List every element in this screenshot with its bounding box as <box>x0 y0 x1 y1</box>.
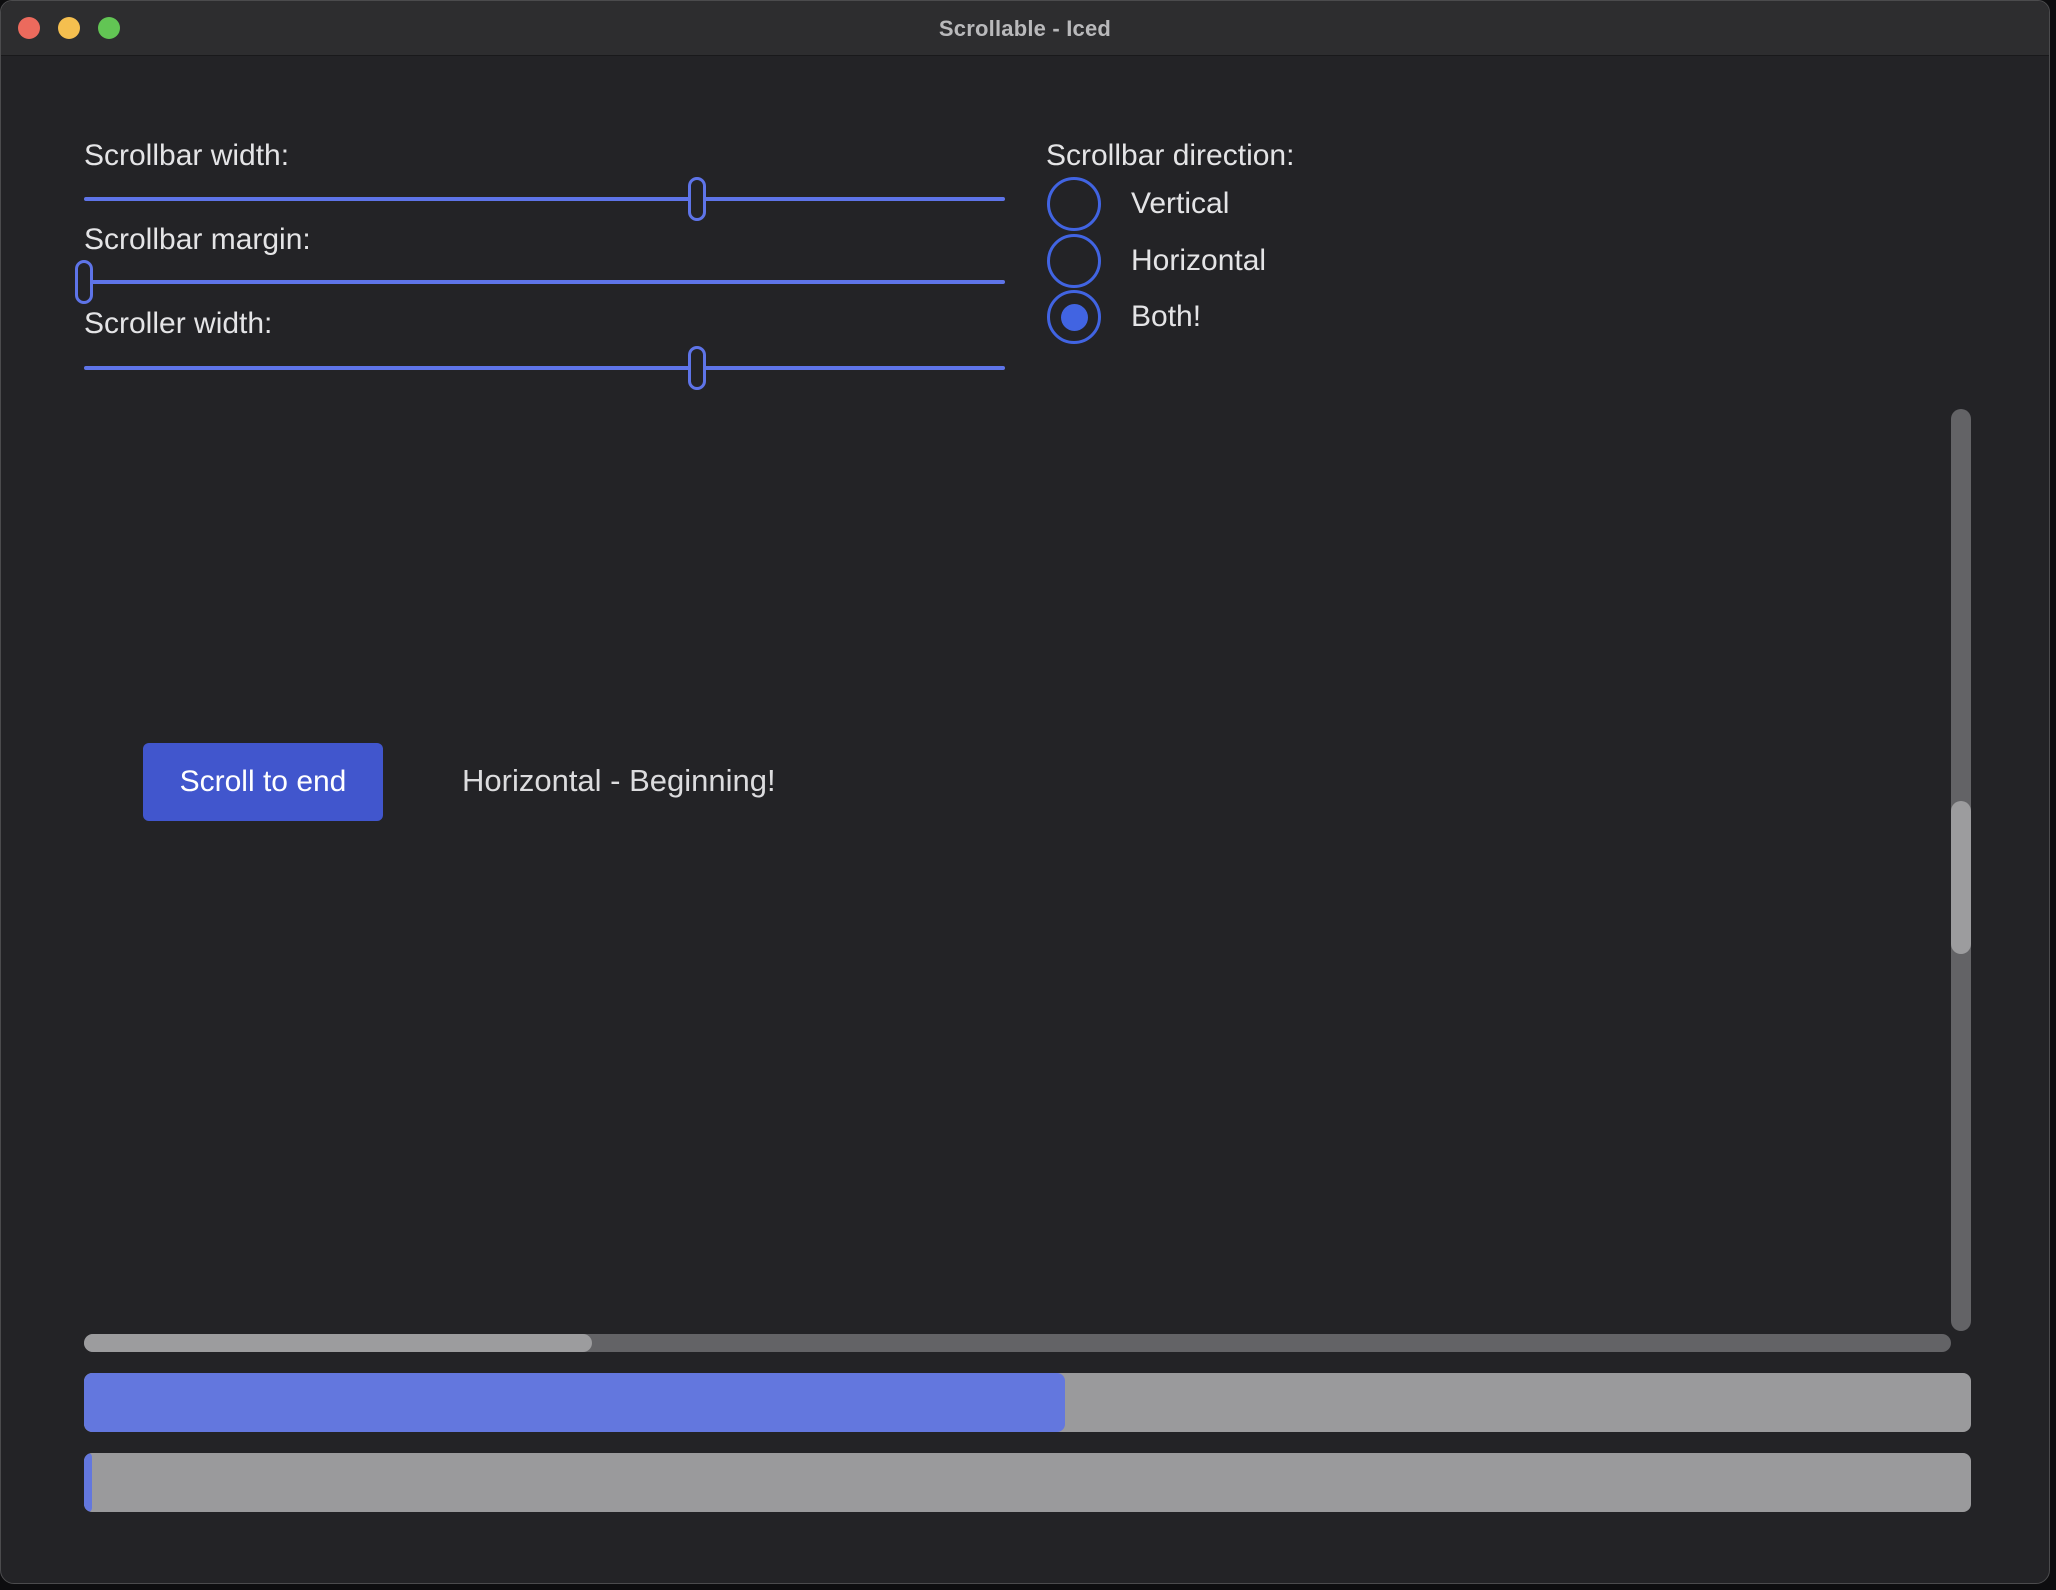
slider-track <box>84 280 1005 284</box>
radio-selected-dot <box>1061 304 1088 331</box>
window-title: Scrollable - Iced <box>1 1 2049 56</box>
scroll-to-end-button[interactable]: Scroll to end <box>143 743 383 821</box>
scroll-status-text: Horizontal - Beginning! <box>462 763 776 799</box>
scroller-width-label: Scroller width: <box>84 307 272 341</box>
radio-circle-icon[interactable] <box>1047 234 1101 288</box>
horizontal-scrollbar-thumb[interactable] <box>84 1334 592 1352</box>
radio-both-label: Both! <box>1131 300 1201 334</box>
radio-horizontal-label: Horizontal <box>1131 244 1266 278</box>
slider-track <box>84 197 1005 201</box>
titlebar[interactable]: Scrollable - Iced <box>1 1 2049 56</box>
radio-both[interactable]: Both! <box>1047 290 1201 344</box>
scrollbar-width-slider[interactable] <box>84 177 1005 221</box>
app-window: Scrollable - Iced Scrollbar width: Scrol… <box>0 0 2050 1584</box>
vertical-scrollbar-thumb[interactable] <box>1951 801 1971 954</box>
slider-thumb[interactable] <box>688 346 706 390</box>
radio-vertical-label: Vertical <box>1131 187 1229 221</box>
vertical-progress-fill <box>84 1453 92 1512</box>
slider-thumb[interactable] <box>75 260 93 304</box>
radio-vertical[interactable]: Vertical <box>1047 177 1229 231</box>
scrollbar-direction-label: Scrollbar direction: <box>1046 139 1294 173</box>
scrollbar-margin-slider[interactable] <box>84 260 1005 304</box>
scrollbar-margin-label: Scrollbar margin: <box>84 223 311 257</box>
vertical-progress-bar <box>84 1453 1971 1512</box>
slider-thumb[interactable] <box>688 177 706 221</box>
radio-horizontal[interactable]: Horizontal <box>1047 234 1266 288</box>
vertical-scrollbar[interactable] <box>1951 409 1971 1331</box>
scroller-width-slider[interactable] <box>84 346 1005 390</box>
horizontal-scrollbar[interactable] <box>84 1334 1951 1352</box>
slider-track <box>84 366 1005 370</box>
radio-circle-icon[interactable] <box>1047 290 1101 344</box>
horizontal-progress-bar <box>84 1373 1971 1432</box>
radio-circle-icon[interactable] <box>1047 177 1101 231</box>
scrollbar-width-label: Scrollbar width: <box>84 139 289 173</box>
horizontal-progress-fill <box>84 1373 1065 1432</box>
